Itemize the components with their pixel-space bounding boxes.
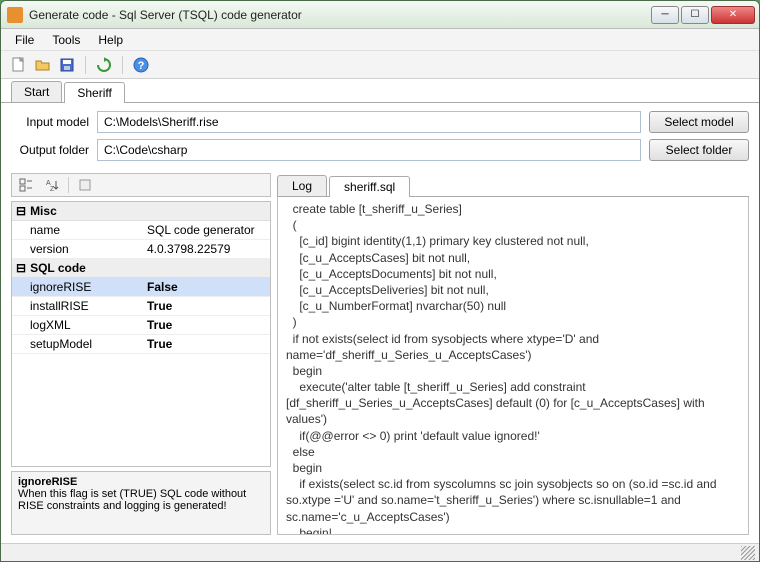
titlebar[interactable]: Generate code - Sql Server (TSQL) code g… <box>1 1 759 29</box>
property-key: ignoreRISE <box>12 278 141 296</box>
window-title: Generate code - Sql Server (TSQL) code g… <box>29 8 649 22</box>
toolbar: ? <box>1 51 759 79</box>
menu-help[interactable]: Help <box>98 33 123 47</box>
content-split: AZ ⊟Misc nameSQL code generatorversion4.… <box>1 169 759 543</box>
property-description: ignoreRISE When this flag is set (TRUE) … <box>11 471 271 535</box>
toolbar-separator <box>68 177 69 193</box>
property-key: logXML <box>12 316 141 334</box>
maximize-button[interactable]: ☐ <box>681 6 709 24</box>
code-viewer[interactable]: create table [t_sheriff_u_Series] ( [c_i… <box>277 197 749 535</box>
tab-start[interactable]: Start <box>11 81 62 102</box>
category-misc[interactable]: ⊟Misc <box>12 202 270 221</box>
input-model-field[interactable] <box>97 111 641 133</box>
output-folder-field[interactable] <box>97 139 641 161</box>
property-toolbar: AZ <box>11 173 271 197</box>
categorized-icon[interactable] <box>16 176 36 194</box>
property-value[interactable]: True <box>141 335 270 353</box>
property-row[interactable]: ignoreRISEFalse <box>12 278 270 297</box>
property-pages-icon[interactable] <box>75 176 95 194</box>
resize-grip-icon[interactable] <box>741 546 755 560</box>
menubar: File Tools Help <box>1 29 759 51</box>
property-panel: AZ ⊟Misc nameSQL code generatorversion4.… <box>11 173 271 535</box>
form-area: Input model Select model Output folder S… <box>1 103 759 169</box>
main-tabs: Start Sheriff <box>1 79 759 103</box>
input-model-label: Input model <box>11 115 89 129</box>
property-value[interactable]: True <box>141 316 270 334</box>
close-button[interactable]: ✕ <box>711 6 755 24</box>
property-value[interactable]: True <box>141 297 270 315</box>
output-tabs: Log sheriff.sql <box>277 173 749 197</box>
tab-sheriff[interactable]: Sheriff <box>64 82 124 103</box>
toolbar-separator <box>85 56 86 74</box>
property-row[interactable]: version4.0.3798.22579 <box>12 240 270 259</box>
save-icon[interactable] <box>59 57 75 73</box>
refresh-icon[interactable] <box>96 57 112 73</box>
svg-text:?: ? <box>138 60 145 72</box>
select-folder-button[interactable]: Select folder <box>649 139 749 161</box>
toolbar-separator <box>122 56 123 74</box>
menu-file[interactable]: File <box>15 33 34 47</box>
select-model-button[interactable]: Select model <box>649 111 749 133</box>
property-key: name <box>12 221 141 239</box>
property-value[interactable]: 4.0.3798.22579 <box>141 240 270 258</box>
property-row[interactable]: logXMLTrue <box>12 316 270 335</box>
app-window: Generate code - Sql Server (TSQL) code g… <box>0 0 760 562</box>
new-icon[interactable] <box>11 57 27 73</box>
desc-title: ignoreRISE <box>18 476 264 488</box>
collapse-icon[interactable]: ⊟ <box>16 261 26 275</box>
tab-sqlfile[interactable]: sheriff.sql <box>329 176 410 197</box>
statusbar <box>1 543 759 561</box>
menu-tools[interactable]: Tools <box>52 33 80 47</box>
property-row[interactable]: setupModelTrue <box>12 335 270 354</box>
help-icon[interactable]: ? <box>133 57 149 73</box>
collapse-icon[interactable]: ⊟ <box>16 204 26 218</box>
property-row[interactable]: nameSQL code generator <box>12 221 270 240</box>
property-row[interactable]: installRISETrue <box>12 297 270 316</box>
desc-text: When this flag is set (TRUE) SQL code wi… <box>18 488 264 512</box>
output-folder-label: Output folder <box>11 143 89 157</box>
output-panel: Log sheriff.sql create table [t_sheriff_… <box>277 173 749 535</box>
category-sqlcode[interactable]: ⊟SQL code <box>12 259 270 278</box>
property-key: version <box>12 240 141 258</box>
tab-log[interactable]: Log <box>277 175 327 196</box>
property-value[interactable]: False <box>141 278 270 296</box>
property-key: installRISE <box>12 297 141 315</box>
alphabetical-icon[interactable]: AZ <box>42 176 62 194</box>
open-icon[interactable] <box>35 57 51 73</box>
app-icon <box>7 7 23 23</box>
window-buttons: ─ ☐ ✕ <box>649 6 755 24</box>
minimize-button[interactable]: ─ <box>651 6 679 24</box>
property-grid[interactable]: ⊟Misc nameSQL code generatorversion4.0.3… <box>11 201 271 467</box>
property-value[interactable]: SQL code generator <box>141 221 270 239</box>
property-key: setupModel <box>12 335 141 353</box>
